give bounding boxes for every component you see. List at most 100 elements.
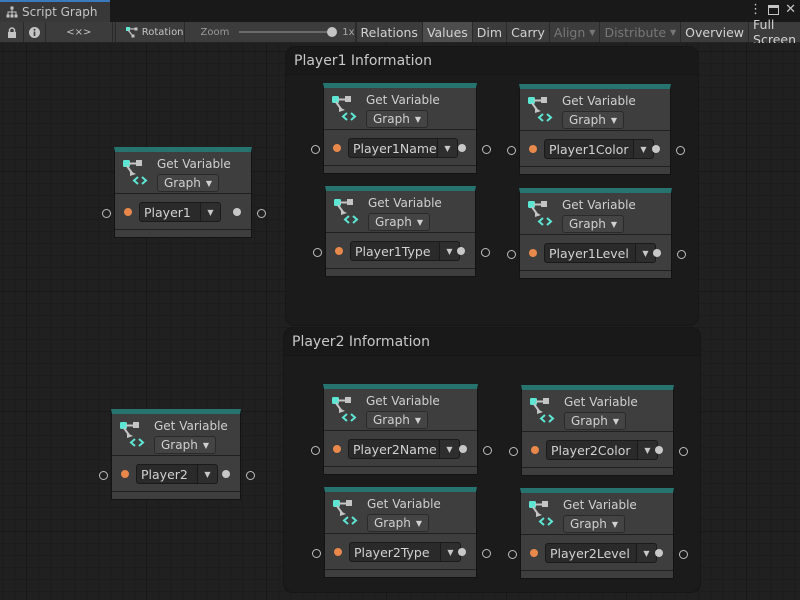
control-output-port[interactable] bbox=[482, 145, 491, 154]
variable-kind-dropdown[interactable]: Graph ▼ bbox=[562, 215, 624, 233]
variable-name-input-port[interactable] bbox=[529, 249, 537, 257]
variable-name-value[interactable]: Player2Color bbox=[546, 440, 638, 460]
value-output-port[interactable] bbox=[222, 470, 230, 478]
variable-kind-dropdown[interactable]: Graph ▼ bbox=[562, 111, 624, 129]
variable-name-field[interactable]: Player1Level ▼ bbox=[544, 243, 656, 263]
get-variable-node-player1color[interactable]: Get Variable Graph ▼ Player1Color ▼ bbox=[519, 84, 671, 175]
variable-name-value[interactable]: Player1Name bbox=[348, 138, 438, 158]
variable-name-value[interactable]: Player1 bbox=[139, 202, 201, 222]
control-output-port[interactable] bbox=[257, 209, 266, 218]
zoom-slider[interactable] bbox=[239, 27, 338, 37]
variable-name-input-port[interactable] bbox=[531, 446, 539, 454]
value-output-port[interactable] bbox=[233, 208, 241, 216]
toolbar-button-dim[interactable]: Dim bbox=[471, 22, 506, 42]
variable-name-value[interactable]: Player2 bbox=[136, 464, 198, 484]
node-header[interactable]: Get Variable Graph ▼ bbox=[115, 152, 251, 194]
variable-name-input-port[interactable] bbox=[529, 145, 537, 153]
variable-name-value[interactable]: Player2Name bbox=[348, 439, 440, 459]
variable-name-field[interactable]: Player2 ▼ bbox=[136, 464, 218, 484]
embed-button[interactable]: <×> bbox=[46, 22, 113, 42]
toolbar-button-overview[interactable]: Overview bbox=[680, 22, 748, 42]
close-icon[interactable]: ✕ bbox=[785, 3, 796, 17]
chevron-down-icon[interactable]: ▼ bbox=[198, 464, 218, 484]
variable-name-input-port[interactable] bbox=[334, 548, 342, 556]
value-output-port[interactable] bbox=[652, 145, 660, 153]
control-input-port[interactable] bbox=[313, 248, 322, 257]
control-input-port[interactable] bbox=[102, 209, 111, 218]
control-input-port[interactable] bbox=[311, 446, 320, 455]
graph-canvas[interactable]: Player1 Information Player2 Information … bbox=[0, 43, 800, 600]
variable-name-field[interactable]: Player1Color ▼ bbox=[544, 139, 654, 159]
toolbar-button-carry[interactable]: Carry bbox=[506, 22, 549, 42]
get-variable-node-player1[interactable]: Get Variable Graph ▼ Player1 ▼ bbox=[114, 147, 252, 238]
chevron-down-icon[interactable]: ▼ bbox=[637, 543, 657, 563]
control-output-port[interactable] bbox=[679, 550, 688, 559]
toolbar-button-align[interactable]: Align ▼ bbox=[548, 22, 600, 42]
variable-name-field[interactable]: Player1 ▼ bbox=[139, 202, 221, 222]
info-button[interactable] bbox=[24, 22, 46, 42]
value-output-port[interactable] bbox=[458, 144, 466, 152]
chevron-down-icon[interactable]: ▼ bbox=[438, 138, 458, 158]
toolbar-button-values[interactable]: Values bbox=[421, 22, 472, 42]
variable-kind-dropdown[interactable]: Graph ▼ bbox=[366, 411, 428, 429]
control-input-port[interactable] bbox=[311, 145, 320, 154]
group-title[interactable]: Player1 Information bbox=[286, 47, 698, 75]
variable-name-input-port[interactable] bbox=[530, 549, 538, 557]
get-variable-node-player2name[interactable]: Get Variable Graph ▼ Player2Name ▼ bbox=[323, 384, 478, 475]
control-output-port[interactable] bbox=[483, 446, 492, 455]
value-output-port[interactable] bbox=[457, 247, 465, 255]
node-header[interactable]: Get Variable Graph ▼ bbox=[326, 191, 475, 233]
chevron-down-icon[interactable]: ▼ bbox=[634, 139, 654, 159]
node-header[interactable]: Get Variable Graph ▼ bbox=[324, 389, 477, 431]
control-input-port[interactable] bbox=[312, 549, 321, 558]
variable-name-value[interactable]: Player1Color bbox=[544, 139, 634, 159]
variable-kind-dropdown[interactable]: Graph ▼ bbox=[367, 514, 429, 532]
get-variable-node-player2level[interactable]: Get Variable Graph ▼ Player2Level ▼ bbox=[520, 488, 674, 579]
variable-name-field[interactable]: Player2Color ▼ bbox=[546, 440, 658, 460]
variable-name-field[interactable]: Player2Type ▼ bbox=[349, 542, 461, 562]
tab-script-graph[interactable]: Script Graph bbox=[0, 0, 110, 22]
variable-kind-dropdown[interactable]: Graph ▼ bbox=[563, 515, 625, 533]
variable-name-input-port[interactable] bbox=[333, 445, 341, 453]
variable-name-input-port[interactable] bbox=[124, 208, 132, 216]
chevron-down-icon[interactable]: ▼ bbox=[201, 202, 221, 222]
variable-name-field[interactable]: Player1Type ▼ bbox=[350, 241, 460, 261]
control-input-port[interactable] bbox=[508, 550, 517, 559]
node-header[interactable]: Get Variable Graph ▼ bbox=[112, 414, 240, 456]
rotation-toggle[interactable]: Rotation bbox=[116, 22, 185, 42]
get-variable-node-player1type[interactable]: Get Variable Graph ▼ Player1Type ▼ bbox=[325, 186, 476, 277]
control-output-port[interactable] bbox=[482, 549, 491, 558]
variable-kind-dropdown[interactable]: Graph ▼ bbox=[157, 174, 219, 192]
kebab-menu-icon[interactable]: ⋮ bbox=[749, 3, 762, 17]
control-input-port[interactable] bbox=[509, 447, 518, 456]
variable-name-field[interactable]: Player2Name ▼ bbox=[348, 439, 460, 459]
variable-name-input-port[interactable] bbox=[333, 144, 341, 152]
variable-name-input-port[interactable] bbox=[335, 247, 343, 255]
variable-name-value[interactable]: Player2Level bbox=[545, 543, 637, 563]
get-variable-node-player2[interactable]: Get Variable Graph ▼ Player2 ▼ bbox=[111, 409, 241, 500]
maximize-icon[interactable] bbox=[768, 5, 780, 15]
node-header[interactable]: Get Variable Graph ▼ bbox=[324, 88, 476, 130]
node-header[interactable]: Get Variable Graph ▼ bbox=[522, 390, 673, 432]
variable-name-value[interactable]: Player2Type bbox=[349, 542, 441, 562]
variable-name-value[interactable]: Player1Type bbox=[350, 241, 440, 261]
value-output-port[interactable] bbox=[655, 549, 663, 557]
value-output-port[interactable] bbox=[653, 249, 661, 257]
variable-kind-dropdown[interactable]: Graph ▼ bbox=[564, 412, 626, 430]
variable-name-field[interactable]: Player1Name ▼ bbox=[348, 138, 458, 158]
variable-name-input-port[interactable] bbox=[121, 470, 129, 478]
get-variable-node-player1name[interactable]: Get Variable Graph ▼ Player1Name ▼ bbox=[323, 83, 477, 174]
control-output-port[interactable] bbox=[246, 471, 255, 480]
toolbar-button-distribute[interactable]: Distribute ▼ bbox=[599, 22, 680, 42]
value-output-port[interactable] bbox=[655, 446, 663, 454]
variable-name-field[interactable]: Player2Level ▼ bbox=[545, 543, 657, 563]
variable-kind-dropdown[interactable]: Graph ▼ bbox=[154, 436, 216, 454]
control-output-port[interactable] bbox=[679, 447, 688, 456]
group-title[interactable]: Player2 Information bbox=[284, 328, 700, 356]
value-output-port[interactable] bbox=[459, 445, 467, 453]
control-output-port[interactable] bbox=[481, 248, 490, 257]
control-input-port[interactable] bbox=[507, 146, 516, 155]
control-input-port[interactable] bbox=[99, 471, 108, 480]
control-output-port[interactable] bbox=[677, 250, 686, 259]
chevron-down-icon[interactable]: ▼ bbox=[440, 439, 460, 459]
